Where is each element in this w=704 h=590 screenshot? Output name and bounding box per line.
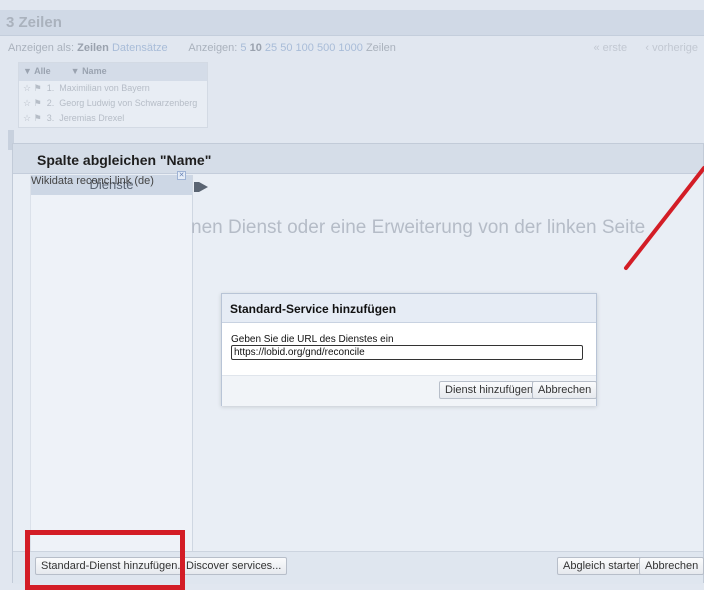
add-service-button[interactable]: Dienst hinzufügen [439, 381, 540, 399]
dialog-body: Geben Sie die URL des Dienstes ein [222, 323, 596, 375]
annotation-highlight-box [25, 530, 185, 590]
dialog-title: Standard-Service hinzufügen [222, 294, 596, 323]
cancel-button[interactable]: Abbrechen [532, 381, 598, 399]
service-url-input[interactable] [231, 345, 583, 360]
url-label: Geben Sie die URL des Dienstes ein [231, 334, 394, 345]
add-standard-service-dialog: Standard-Service hinzufügen Geben Sie di… [221, 293, 598, 406]
